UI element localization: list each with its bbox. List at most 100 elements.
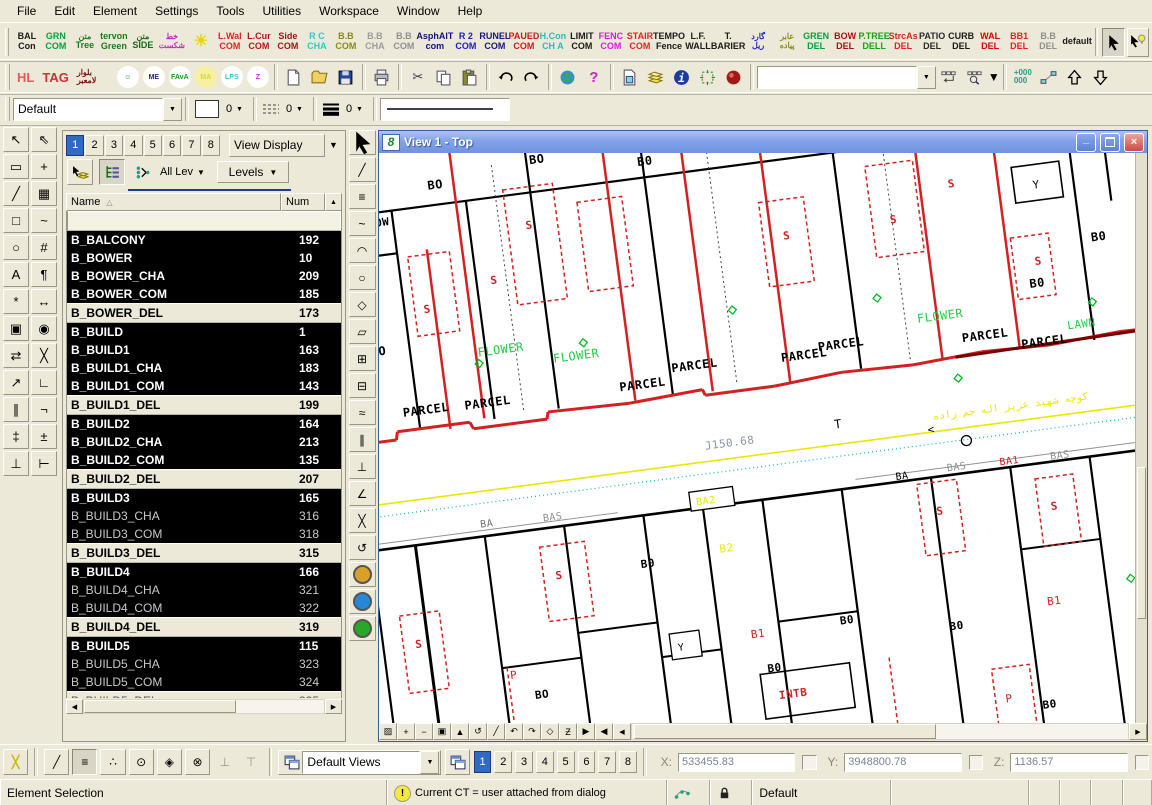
tool-icon[interactable]: ▱ <box>348 319 376 344</box>
hscroll-thumb[interactable] <box>84 700 236 713</box>
tool-icon[interactable]: ◉ <box>31 316 57 341</box>
redo-icon[interactable] <box>520 65 544 89</box>
command-button[interactable]: R C CHA <box>302 26 331 58</box>
tool-icon[interactable]: ∟ <box>31 370 57 395</box>
scroll-left-icon[interactable]: ◀ <box>613 723 631 740</box>
level-view-tab-7[interactable]: 7 <box>182 134 201 156</box>
view-control-icon[interactable]: Ƶ <box>559 723 577 740</box>
level-view-tab-5[interactable]: 5 <box>143 134 162 156</box>
view-vscrollbar[interactable] <box>1135 153 1147 723</box>
tool-icon[interactable]: ╱ <box>3 181 29 206</box>
level-view-tab-6[interactable]: 6 <box>162 134 182 156</box>
dropdown-arrow-icon[interactable]: ▼ <box>325 135 342 156</box>
command-text-button[interactable]: بلوار لامعبر <box>73 67 115 87</box>
view-hscroll-thumb[interactable] <box>634 724 936 739</box>
command-text-button[interactable]: TAG <box>38 67 72 87</box>
snap-mode-button[interactable]: ∴ <box>100 749 126 775</box>
tool-icon[interactable]: □ <box>3 208 29 233</box>
level-row[interactable]: B_BUILD3 165 <box>67 489 341 507</box>
paste-icon[interactable] <box>458 65 482 89</box>
level-view-tab-4[interactable]: 4 <box>124 134 143 156</box>
toolbar-grip[interactable] <box>5 27 10 57</box>
view-control-icon[interactable]: ▨ <box>379 723 397 740</box>
command-button[interactable]: خط شكست <box>157 26 186 58</box>
models-icon[interactable] <box>937 65 961 89</box>
view-toggle-2[interactable]: 2 <box>494 751 513 773</box>
command-button[interactable]: L.Cur COM <box>244 26 273 58</box>
view-control-icon[interactable]: − <box>415 723 433 740</box>
command-button[interactable]: GRN COM <box>41 26 70 58</box>
menu-element[interactable]: Element <box>84 2 146 20</box>
arrow-up-icon[interactable] <box>1063 65 1087 89</box>
view-control-icon[interactable]: ↺ <box>469 723 487 740</box>
tool-icon[interactable]: ▭ <box>3 154 29 179</box>
tool-icon[interactable]: A <box>3 262 29 287</box>
command-circle-button[interactable]: ME <box>142 66 165 88</box>
command-button[interactable]: L.Wal COM <box>215 26 244 58</box>
close-button[interactable]: × <box>1124 132 1144 152</box>
tool-icon[interactable]: ≡ <box>348 184 376 209</box>
column-header-name[interactable]: Name △ <box>66 193 281 211</box>
cursor-icon[interactable] <box>1102 27 1125 57</box>
level-row[interactable]: B_BUILD1_DEL 199 <box>67 395 341 415</box>
view-toggle-6[interactable]: 6 <box>577 751 596 773</box>
tool-icon[interactable]: ∥ <box>3 397 29 422</box>
active-level-indicator[interactable]: Default <box>752 780 891 805</box>
tool-icon[interactable]: ~ <box>31 208 57 233</box>
levels-menu-button[interactable]: Levels ▼ <box>216 161 289 183</box>
z-coordinate-lock[interactable] <box>1134 754 1149 770</box>
command-button[interactable]: عابر پیاده <box>773 26 802 58</box>
command-button[interactable]: StrcAs DEL <box>889 26 918 58</box>
dropdown-arrow-icon[interactable]: ▼ <box>988 70 1000 84</box>
pointer-layers-icon[interactable] <box>67 159 93 185</box>
menu-file[interactable]: File <box>8 2 45 20</box>
tool-icon[interactable]: ‡ <box>3 424 29 449</box>
tool-icon[interactable]: ○ <box>348 265 376 290</box>
all-levels-label[interactable]: All Lev <box>160 166 193 178</box>
snap-mode-button[interactable]: ⊥ <box>213 750 236 774</box>
snap-mode-button[interactable]: ⊗ <box>184 749 211 775</box>
command-button[interactable]: T. BARIER <box>711 26 746 58</box>
level-row[interactable]: B_BUILD4 166 <box>67 563 341 581</box>
level-row[interactable]: B_BUILD3_CHA 316 <box>67 507 341 525</box>
view-control-icon[interactable]: ↶ <box>505 723 523 740</box>
level-row[interactable]: B_BUILD4_COM 322 <box>67 599 341 617</box>
view-control-icon[interactable]: + <box>397 723 415 740</box>
view-control-icon[interactable]: ◀ <box>595 723 613 740</box>
view-control-icon[interactable]: ╱ <box>487 723 505 740</box>
tool-icon[interactable]: ▦ <box>31 181 57 206</box>
level-row[interactable]: B_BUILD5 115 <box>67 637 341 655</box>
scroll-right-icon[interactable]: ▶ <box>325 699 342 714</box>
default-views-combobox[interactable]: Default Views ▼ <box>278 749 442 775</box>
command-button[interactable]: H.Con CH A <box>538 26 567 58</box>
level-view-tab-8[interactable]: 8 <box>201 134 220 156</box>
undo-icon[interactable] <box>494 65 518 89</box>
command-button[interactable]: متن Tree <box>70 26 99 58</box>
level-view-tab-1[interactable]: 1 <box>66 134 85 156</box>
command-text-button[interactable]: HL <box>13 67 38 87</box>
command-circle-button[interactable]: ☺ <box>116 66 139 88</box>
tool-icon[interactable]: # <box>31 235 57 260</box>
tool-icon[interactable]: ∥ <box>348 427 376 452</box>
command-button[interactable]: P.TREE DELL <box>858 26 889 58</box>
snap-mode-indicator[interactable] <box>666 780 710 805</box>
level-row[interactable]: B_BUILD5_DEL325 <box>67 691 341 698</box>
palette-icon[interactable] <box>348 616 376 641</box>
command-button[interactable]: GREN DEL <box>802 26 831 58</box>
tool-icon[interactable]: + <box>31 154 57 179</box>
view-toggle-3[interactable]: 3 <box>515 751 533 773</box>
view-toggle-4[interactable]: 4 <box>535 751 554 773</box>
line-weight-icon[interactable] <box>320 99 342 119</box>
view-control-icon[interactable]: ◇ <box>541 723 559 740</box>
command-circle-button[interactable]: LPS <box>220 66 243 88</box>
tool-icon[interactable]: ╳ <box>348 508 376 533</box>
active-level-combobox[interactable]: Default ▼ <box>13 97 182 121</box>
scroll-left-icon[interactable]: ◀ <box>66 699 83 714</box>
tool-icon[interactable]: ⊢ <box>31 451 57 476</box>
view-drawing-area[interactable]: ELBOWBOBOB0BOB0B0B0BOYB1B2SSSSSSSFLOWERF… <box>379 153 1147 723</box>
tool-icon[interactable]: ¶ <box>31 262 57 287</box>
level-row[interactable]: B_BALCONY 192 <box>67 231 341 249</box>
layers-icon[interactable] <box>644 65 668 89</box>
view-control-icon[interactable]: ▣ <box>433 723 451 740</box>
command-button[interactable]: ☀ <box>186 26 215 58</box>
